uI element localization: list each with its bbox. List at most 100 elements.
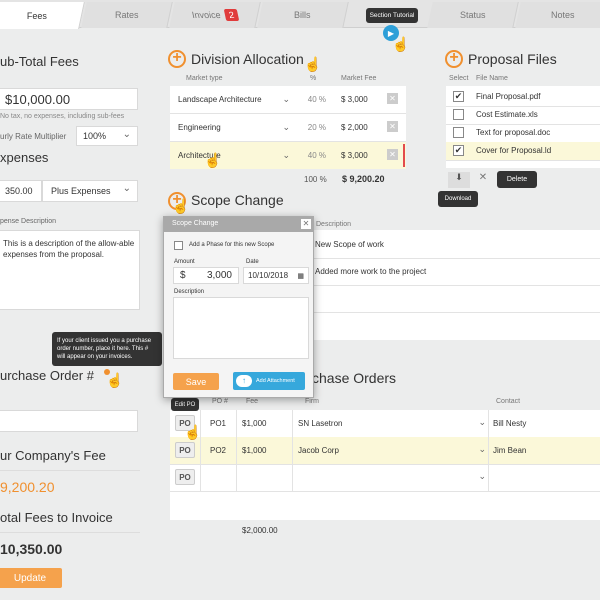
add-proposal-icon[interactable]: + [445, 50, 463, 68]
update-button[interactable]: Update [0, 568, 62, 588]
tab-fees[interactable]: Fees [0, 2, 85, 29]
total-fees-title: otal Fees to Invoice [0, 510, 113, 525]
col-divider [488, 410, 489, 437]
pct-input[interactable]: 40 % [296, 151, 326, 160]
col-file-name: File Name [476, 75, 508, 82]
po-number-cell[interactable]: PO1 [210, 419, 226, 428]
tab-label: Invoice [190, 10, 222, 20]
amount-input[interactable]: $3,000 [173, 267, 239, 284]
proposal-files-table: ✔ Final Proposal.pdf Cost Estimate.xls Text… [446, 86, 600, 168]
save-button[interactable]: Save [173, 373, 219, 390]
col-divider [488, 437, 489, 464]
file-name[interactable]: Text for proposal.doc [476, 128, 550, 137]
tab-rates[interactable]: Rates [81, 2, 173, 28]
col-divider [292, 437, 293, 464]
expense-description-textarea[interactable]: This is a description of the allow-able … [0, 230, 140, 310]
edit-po-button[interactable]: PO [175, 442, 195, 458]
po-fee-cell[interactable]: $1,000 [242, 446, 266, 455]
market-fee-input[interactable]: $ 2,000 [341, 123, 368, 132]
chevron-down-icon: ⌄ [478, 444, 486, 454]
edit-po-button[interactable]: PO [175, 469, 195, 485]
tab-label: Bills [294, 10, 311, 20]
date-label: Date [246, 259, 259, 265]
row-divider [170, 491, 600, 492]
division-title: Division Allocation [191, 51, 304, 67]
market-fee-input[interactable]: $ 3,000 [341, 151, 368, 160]
file-select-checkbox[interactable] [453, 109, 464, 120]
date-value: 10/10/2018 [248, 271, 289, 280]
tab-label: Fees [27, 10, 48, 21]
file-select-checkbox[interactable]: ✔ [453, 145, 464, 156]
market-type-value: Engineering [178, 123, 221, 132]
remove-icon[interactable]: ✕ [387, 121, 398, 132]
po-number-title: urchase Order # [0, 368, 94, 383]
row-divider [312, 312, 600, 313]
add-division-icon[interactable]: + [168, 50, 186, 68]
firm-select[interactable]: Jacob Corp ⌄ [298, 444, 488, 455]
hand-cursor-icon: ☝ [204, 152, 222, 168]
division-row: Landscape Architecture ⌄ 40 % $ 3,000 ✕ [170, 86, 406, 114]
remove-icon[interactable]: ✕ [387, 149, 398, 160]
po-total: $2,000.00 [242, 526, 278, 535]
section-tutorial-tooltip: Section Tutorial [366, 8, 418, 23]
subtotal-input[interactable]: $10,000.00 [0, 88, 138, 110]
file-name[interactable]: Cover for Proposal.ld [476, 146, 551, 155]
po-number-input[interactable] [0, 410, 138, 432]
market-type-select[interactable]: Architecture ⌄ [178, 142, 292, 169]
file-name[interactable]: Final Proposal.pdf [476, 92, 540, 101]
firm-select[interactable]: SN Lasetron ⌄ [298, 417, 488, 428]
tab-status[interactable]: Status [427, 2, 519, 28]
chevron-down-icon: ⌄ [478, 417, 486, 427]
contact-cell[interactable]: Jim Bean [493, 446, 526, 455]
total-fees-value: 10,350.00 [0, 541, 63, 557]
expense-description-label: pense Description [0, 218, 57, 225]
col-divider [200, 437, 201, 464]
purchase-orders-table: PO PO1 $1,000 SN Lasetron ⌄ Bill Nesty PO PO2 $1… [170, 410, 600, 520]
market-type-select[interactable]: Engineering ⌄ [178, 114, 292, 141]
col-market-fee: Market Fee [341, 75, 377, 82]
po-fee-cell[interactable]: $1,000 [242, 419, 266, 428]
contact-cell[interactable]: Bill Nesty [493, 419, 526, 428]
close-icon[interactable]: ✕ [301, 219, 311, 229]
file-row: ✔ Cover for Proposal.ld [446, 142, 600, 161]
delete-icon[interactable]: ✕ [474, 172, 492, 188]
expenses-amount-input[interactable]: 350.00 [0, 180, 42, 202]
download-icon[interactable]: ⬇ [448, 172, 470, 188]
remove-icon[interactable]: ✕ [387, 93, 398, 104]
file-name[interactable]: Cost Estimate.xls [476, 110, 538, 119]
col-pct: % [310, 75, 317, 82]
file-row: Text for proposal.doc [446, 124, 600, 143]
market-fee-input[interactable]: $ 3,000 [341, 95, 368, 104]
col-po-num: PO # [212, 398, 228, 405]
pct-input[interactable]: 40 % [296, 95, 326, 104]
file-select-checkbox[interactable] [453, 127, 464, 138]
calendar-icon[interactable]: ▦ [297, 272, 304, 280]
currency-symbol: $ [180, 270, 186, 281]
chevron-down-icon: ⌄ [282, 94, 290, 104]
col-divider [236, 464, 237, 491]
download-tooltip: Download [438, 191, 478, 207]
modal-description-textarea[interactable] [173, 297, 309, 359]
divider [0, 532, 140, 533]
tab-invoice[interactable]: Invoice 2 [169, 2, 261, 28]
tab-notes[interactable]: Notes [515, 2, 600, 28]
date-input[interactable]: 10/10/2018 ▦ [243, 267, 309, 284]
pct-input[interactable]: 20 % [296, 123, 326, 132]
company-fee-title: ur Company's Fee [0, 448, 106, 463]
add-phase-checkbox[interactable] [174, 241, 183, 250]
expenses-type-select[interactable]: Plus Expenses [42, 180, 138, 202]
row-divider [312, 258, 600, 259]
col-market-type: Market type [186, 75, 223, 82]
file-select-checkbox[interactable]: ✔ [453, 91, 464, 102]
chevron-down-icon: ⌄ [282, 150, 290, 160]
scope-row-desc: New Scope of work [315, 240, 384, 249]
market-type-select[interactable]: Landscape Architecture ⌄ [178, 86, 292, 113]
po-number-cell[interactable]: PO2 [210, 446, 226, 455]
firm-value: SN Lasetron [298, 419, 343, 428]
col-divider [488, 464, 489, 491]
tab-bills[interactable]: Bills [257, 2, 349, 28]
add-attachment-button[interactable]: ↑ Add Attachment [233, 372, 305, 390]
row-divider [446, 160, 600, 161]
chevron-down-icon: ⌄ [282, 122, 290, 132]
multiplier-select[interactable]: 100% [76, 126, 138, 146]
